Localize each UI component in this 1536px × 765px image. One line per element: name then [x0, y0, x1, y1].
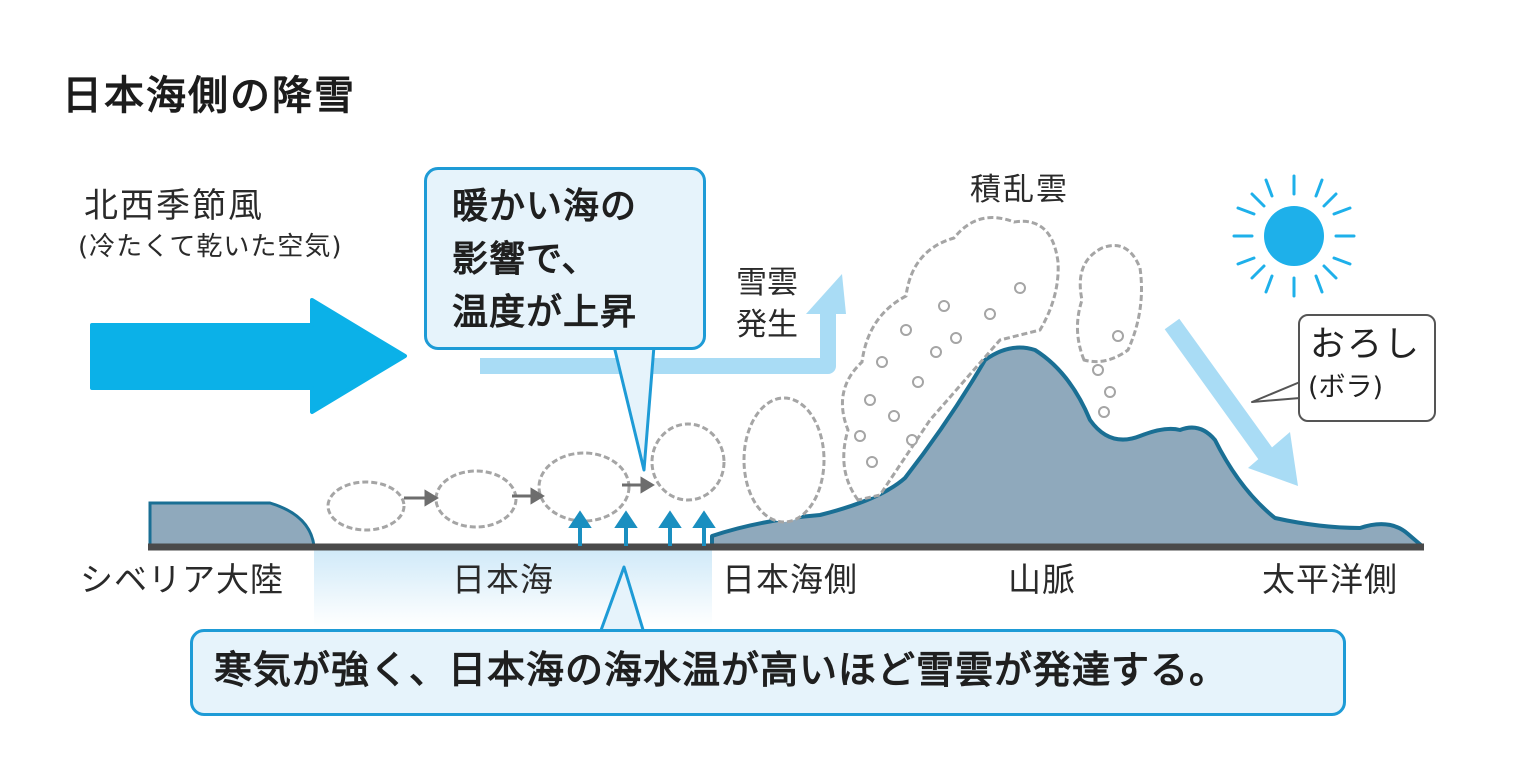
snowflake — [984, 308, 996, 320]
wind-note: (冷たくて乾いた空気) — [78, 232, 343, 262]
snowflake — [950, 332, 962, 344]
snowflake — [930, 346, 942, 358]
oroshi-pointer — [1251, 381, 1301, 403]
snowflake — [1104, 386, 1116, 398]
snowflake — [1014, 282, 1026, 294]
snowflake — [866, 456, 878, 468]
warm-sea-callout-text: 暖かい海の 影響で、 温度が上昇 — [452, 186, 638, 333]
label-mountains: 山脈 — [1008, 560, 1076, 599]
cumulonimbus-cloud-right — [1076, 244, 1143, 364]
snowflake — [900, 324, 912, 336]
snowflake — [864, 394, 876, 406]
snowflake — [1092, 364, 1104, 376]
snow-cloud-label: 雪雲 発生 — [736, 265, 798, 343]
snowflake — [912, 376, 924, 388]
snowflake — [938, 300, 950, 312]
summary-text: 寒気が強く、日本海の海水温が高いほど雪雲が発達する。 — [214, 648, 1229, 692]
cloud-5 — [742, 396, 826, 524]
siberia-landmass — [148, 501, 316, 548]
snowflake — [1112, 330, 1124, 342]
oroshi-note: (ボラ) — [1308, 372, 1384, 403]
label-siberia: シベリア大陸 — [80, 560, 284, 599]
sun-icon — [1232, 174, 1356, 298]
snowflake — [854, 430, 866, 442]
callout-pointer — [612, 344, 656, 472]
cloud-3 — [537, 451, 631, 523]
wind-label: 北西季節風 — [84, 186, 264, 226]
label-sea: 日本海 — [452, 560, 554, 599]
snowflake — [906, 434, 918, 446]
snowflake — [1098, 406, 1110, 418]
snowflake — [876, 356, 888, 368]
diagram-title: 日本海側の降雪 — [62, 73, 356, 119]
snowflake — [888, 410, 900, 422]
label-pacific: 太平洋側 — [1262, 560, 1398, 599]
cumulonimbus-label: 積乱雲 — [970, 172, 1069, 208]
oroshi-label: おろし — [1310, 325, 1422, 365]
monsoon-wind-arrow — [90, 298, 407, 414]
rising-air-arrowhead — [806, 274, 846, 314]
cloud-1 — [326, 480, 406, 532]
label-coast: 日本海側 — [722, 560, 858, 599]
cloud-2 — [434, 469, 518, 529]
cloud-4 — [650, 422, 726, 502]
